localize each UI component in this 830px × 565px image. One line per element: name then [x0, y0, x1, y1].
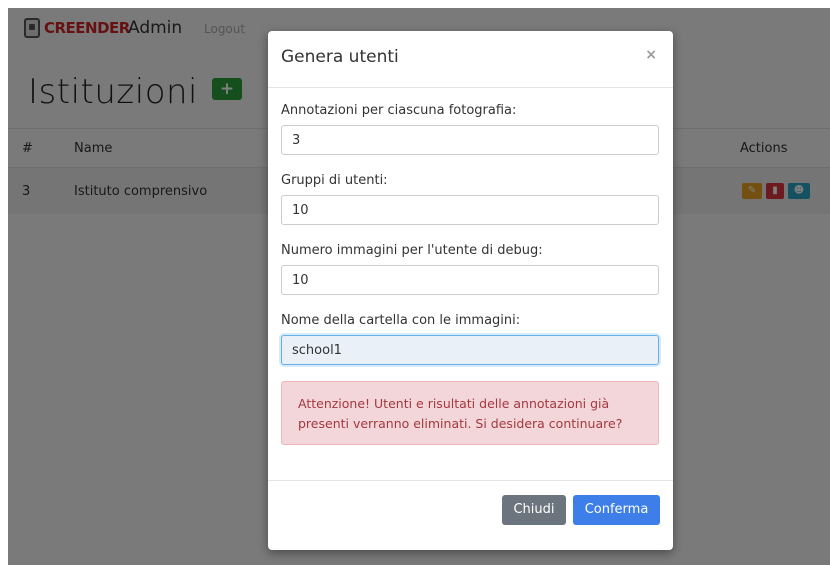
close-icon[interactable]: ×: [645, 47, 657, 63]
user-groups-label: Gruppi di utenti:: [281, 173, 388, 188]
modal-body: Annotazioni per ciascuna fotografia: Gru…: [268, 88, 673, 445]
modal-footer: Chiudi Conferma: [268, 480, 673, 551]
annotations-input[interactable]: [281, 125, 659, 155]
close-button[interactable]: Chiudi: [502, 495, 566, 525]
user-groups-input[interactable]: [281, 195, 659, 225]
modal-title: Genera utenti: [281, 47, 399, 67]
debug-images-input[interactable]: [281, 265, 659, 295]
debug-images-label: Numero immagini per l'utente di debug:: [281, 243, 543, 258]
generate-users-modal: Genera utenti × Annotazioni per ciascuna…: [268, 31, 673, 550]
modal-header: Genera utenti ×: [268, 31, 673, 88]
app-screen: CREENDER Admin Logout Istituzioni + # Na…: [8, 8, 830, 565]
folder-name-input[interactable]: [281, 335, 659, 365]
annotations-label: Annotazioni per ciascuna fotografia:: [281, 103, 517, 118]
warning-alert: Attenzione! Utenti e risultati delle ann…: [281, 381, 659, 445]
confirm-button[interactable]: Conferma: [573, 495, 660, 525]
folder-name-label: Nome della cartella con le immagini:: [281, 313, 521, 328]
